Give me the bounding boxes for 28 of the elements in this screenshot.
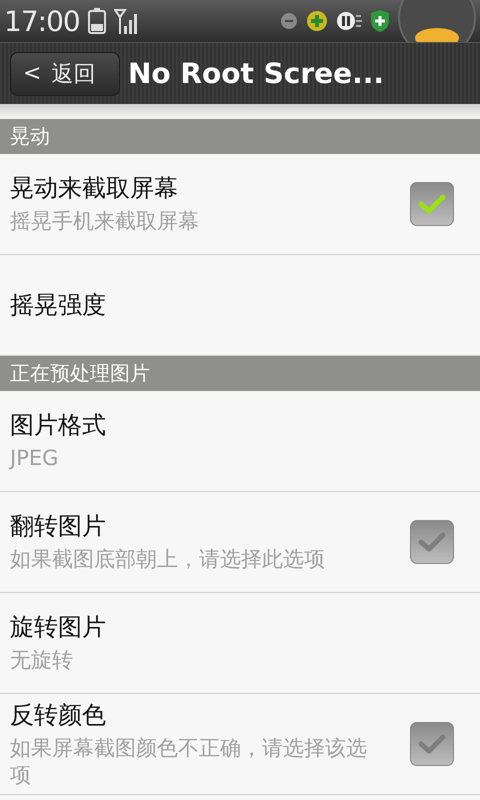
section-header: 正在预处理图片 bbox=[0, 356, 480, 391]
setting-summary: 如果屏幕截图颜色不正确，请选择该选项 bbox=[10, 734, 368, 789]
checkbox[interactable] bbox=[410, 520, 454, 564]
screen-title: No Root Scree... bbox=[128, 57, 384, 90]
setting-summary: 无旋转 bbox=[10, 647, 74, 674]
checkbox[interactable] bbox=[410, 182, 454, 226]
setting-title: 晃动来截取屏幕 bbox=[10, 173, 179, 204]
battery-icon bbox=[88, 8, 106, 34]
checkmark-icon bbox=[418, 193, 446, 215]
setting-summary: JPEG bbox=[10, 445, 60, 472]
signal-icon bbox=[114, 8, 138, 34]
clock: 17:00 bbox=[4, 4, 80, 38]
plus-icon bbox=[306, 10, 328, 32]
checkbox[interactable] bbox=[410, 722, 454, 766]
setting-title: 翻转图片 bbox=[10, 511, 107, 542]
setting-summary: 如果截图底部朝上，请选择此选项 bbox=[10, 546, 326, 574]
setting-title: 反转颜色 bbox=[10, 700, 107, 731]
pause-icon bbox=[336, 11, 362, 31]
setting-title: 摇晃强度 bbox=[10, 290, 107, 321]
setting-title: 图片格式 bbox=[10, 410, 107, 442]
back-button[interactable]: < 返回 bbox=[10, 52, 120, 96]
checkmark-icon bbox=[418, 733, 446, 755]
checkmark-icon bbox=[418, 531, 446, 553]
setting-title: 旋转图片 bbox=[10, 612, 107, 644]
notification-icon bbox=[280, 12, 298, 30]
section-header: 晃动 bbox=[0, 119, 480, 154]
setting-summary: 摇晃手机来截取屏幕 bbox=[10, 208, 200, 236]
shield-icon bbox=[370, 9, 390, 33]
